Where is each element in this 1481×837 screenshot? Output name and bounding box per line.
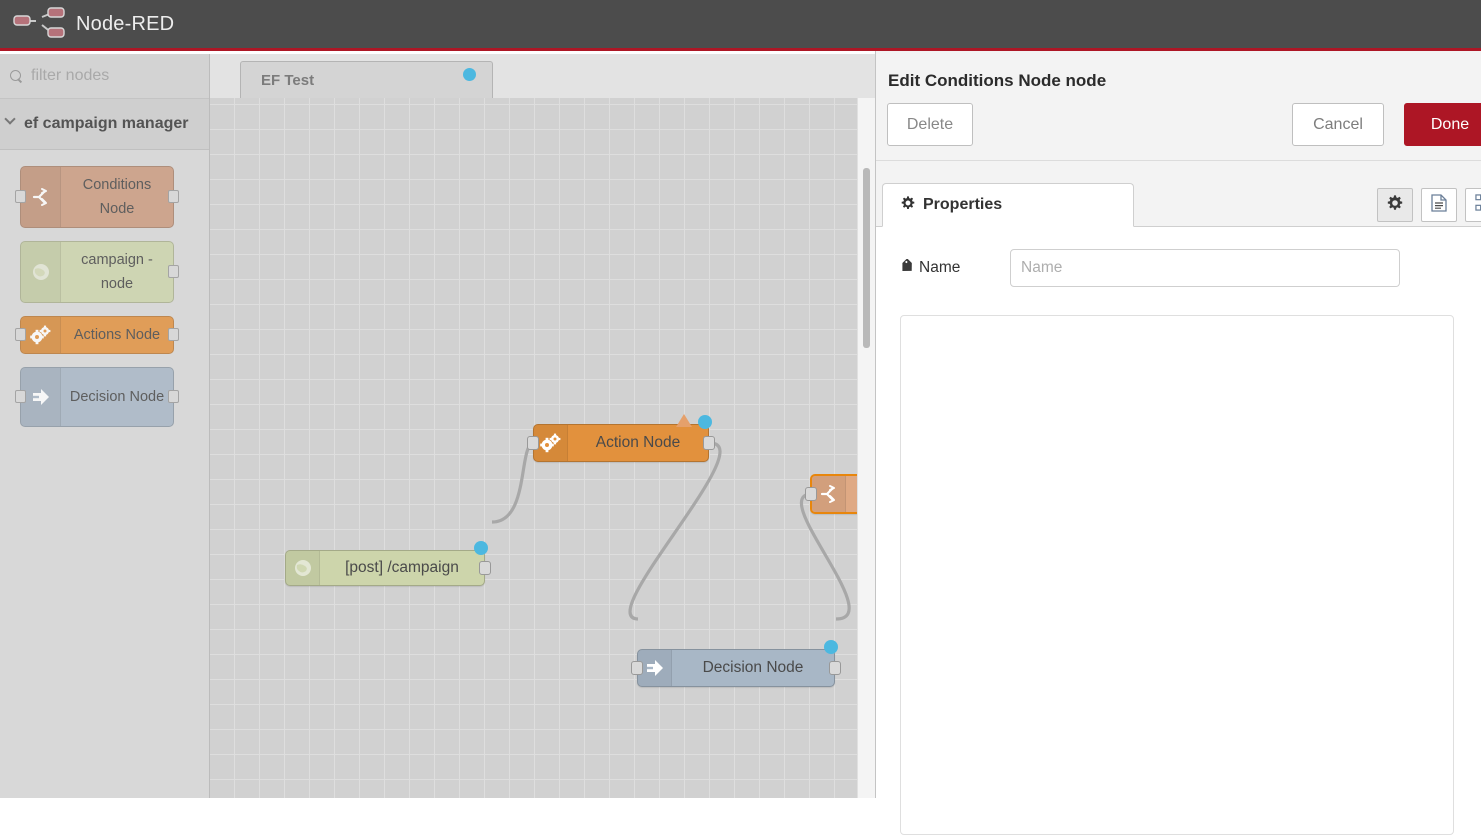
name-input[interactable] <box>1010 249 1400 287</box>
search-icon <box>10 70 23 83</box>
palette-node-label: campaign - node <box>61 242 173 302</box>
arrow-right-icon <box>638 650 672 686</box>
flow-tab-ef-test[interactable]: EF Test <box>240 61 493 99</box>
scrollbar-thumb[interactable] <box>863 168 870 348</box>
properties-tool-button[interactable] <box>1377 188 1413 222</box>
node-red-logo-icon <box>12 7 70 41</box>
switch-fork-icon <box>21 167 61 227</box>
flow-node-decision[interactable]: Decision Node <box>637 649 835 687</box>
app-header: Node-RED <box>0 0 1481 51</box>
palette-node-label: Conditions Node <box>61 167 173 227</box>
warning-triangle-icon <box>676 414 692 427</box>
canvas-vertical-scrollbar[interactable] <box>857 98 875 798</box>
port-output[interactable] <box>168 265 179 278</box>
gears-icon <box>21 317 61 353</box>
flow-tab-bar: EF Test <box>210 54 875 99</box>
appearance-icon <box>1475 194 1481 216</box>
node-palette: filter nodes ef campaign manager Conditi… <box>0 54 210 798</box>
port-output[interactable] <box>168 328 179 341</box>
palette-node-decision[interactable]: Decision Node <box>20 367 174 427</box>
port-output[interactable] <box>168 190 179 203</box>
unsaved-changes-dot <box>474 541 488 555</box>
palette-node-label: Actions Node <box>61 317 173 353</box>
flow-canvas[interactable]: Action Node [post] /campaign <box>210 98 866 798</box>
document-icon <box>1431 194 1447 217</box>
app-title: Node-RED <box>76 13 174 36</box>
flow-node-label: [post] /campaign <box>320 559 484 577</box>
flow-tab-label: EF Test <box>261 72 314 89</box>
switch-fork-icon <box>812 476 846 512</box>
palette-node-campaign[interactable]: campaign - node <box>20 241 174 303</box>
flow-node-label: Decision Node <box>672 659 834 677</box>
search-input-placeholder: filter nodes <box>31 67 109 85</box>
node-config-panel[interactable] <box>900 315 1454 835</box>
port-input[interactable] <box>15 328 26 341</box>
port-output[interactable] <box>829 661 841 675</box>
unsaved-changes-dot <box>463 68 476 81</box>
done-button[interactable]: Done <box>1404 103 1481 146</box>
port-output[interactable] <box>703 436 715 450</box>
unsaved-changes-dot <box>698 415 712 429</box>
globe-icon <box>21 242 61 302</box>
name-label-wrap: Name <box>900 259 1010 278</box>
gears-icon <box>534 425 568 461</box>
port-input[interactable] <box>631 661 643 675</box>
palette-node-conditions[interactable]: Conditions Node <box>20 166 174 228</box>
flow-node-action[interactable]: Action Node <box>533 424 709 462</box>
cancel-button[interactable]: Cancel <box>1292 103 1384 146</box>
port-output[interactable] <box>479 561 491 575</box>
port-input[interactable] <box>15 390 26 403</box>
appearance-tool-button[interactable] <box>1465 188 1481 222</box>
palette-category-ef-campaign-manager[interactable]: ef campaign manager <box>0 99 209 150</box>
wire-action-to-decision <box>630 443 720 619</box>
port-input[interactable] <box>805 487 817 501</box>
dialog-body: Name <box>876 227 1481 837</box>
flow-node-post-campaign[interactable]: [post] /campaign <box>285 550 485 586</box>
port-output[interactable] <box>168 390 179 403</box>
name-field-row: Name <box>876 249 1481 287</box>
tab-properties[interactable]: Properties <box>882 183 1134 227</box>
edit-node-dialog: Edit Conditions Node node Delete Cancel … <box>875 51 1481 798</box>
globe-icon <box>286 551 320 585</box>
palette-node-list: Conditions Node campaign - node <box>0 150 209 427</box>
delete-button[interactable]: Delete <box>887 103 973 146</box>
gear-icon <box>901 196 915 215</box>
palette-node-label: Decision Node <box>61 379 173 415</box>
flow-node-label: Action Node <box>568 434 708 452</box>
arrow-right-icon <box>21 368 61 426</box>
dialog-tab-strip: Properties <box>876 183 1481 227</box>
gear-icon <box>1387 195 1403 216</box>
tag-icon <box>900 259 914 278</box>
wire-campaign-to-action <box>492 443 534 522</box>
chevron-down-icon <box>4 113 15 124</box>
tab-properties-label: Properties <box>923 196 1002 214</box>
port-input[interactable] <box>15 190 26 203</box>
palette-node-actions[interactable]: Actions Node <box>20 316 174 354</box>
palette-category-label: ef campaign manager <box>24 111 199 137</box>
flow-canvas-area: EF Test <box>210 54 875 798</box>
port-input[interactable] <box>527 436 539 450</box>
name-label: Name <box>919 259 960 277</box>
dialog-button-bar: Delete Cancel Done <box>876 103 1481 161</box>
description-tool-button[interactable] <box>1421 188 1457 222</box>
unsaved-changes-dot <box>824 640 838 654</box>
dialog-title: Edit Conditions Node node <box>876 51 1481 91</box>
palette-search-box[interactable]: filter nodes <box>0 54 209 99</box>
